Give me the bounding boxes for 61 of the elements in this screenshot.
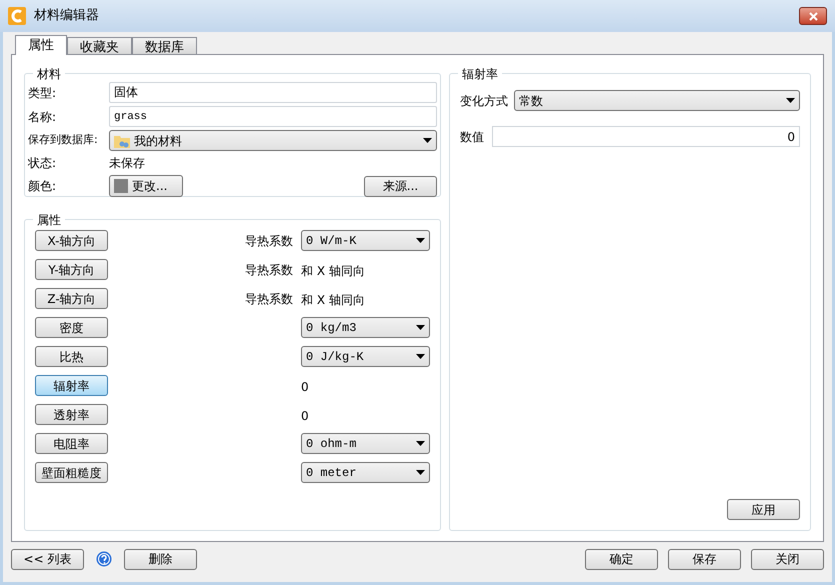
help-icon[interactable] [96, 551, 112, 567]
dropdown[interactable]: 我的材料 [109, 130, 437, 151]
text-field[interactable]: 固体 [109, 82, 437, 103]
property-label: 导热系数 [245, 290, 294, 308]
tab[interactable]: 属性 [15, 35, 67, 55]
field-label: 名称: [28, 108, 58, 126]
property-button[interactable]: 壁面粗糙度 [35, 462, 108, 483]
property-value: 和 X 轴同向 [301, 264, 365, 278]
tab[interactable]: 数据库 [132, 37, 197, 54]
list-button[interactable]: << 列表 [11, 548, 84, 570]
property-button[interactable]: 比热 [35, 346, 108, 367]
save-button[interactable]: 保存 [668, 548, 741, 570]
close-icon [808, 12, 818, 20]
folder-icon [114, 134, 130, 148]
dropdown[interactable]: 0 meter [301, 462, 430, 483]
caret-icon [416, 470, 425, 475]
dropdown[interactable]: 0 ohm-m [301, 433, 430, 454]
field-label: 保存到数据库: [28, 132, 99, 148]
property-button[interactable]: X-轴方向 [35, 230, 108, 251]
window-title: 材料编辑器 [34, 7, 100, 26]
group-title: 材料 [33, 65, 65, 83]
property-value: 0 [301, 408, 309, 422]
caret-icon [423, 138, 432, 143]
field-label: 状态: [28, 155, 58, 172]
dropdown[interactable]: 0 kg/m3 [301, 317, 430, 338]
property-value: 和 X 轴同向 [301, 292, 365, 306]
caret-icon [416, 441, 425, 446]
delete-button[interactable]: 删除 [124, 548, 197, 570]
field-label: 变化方式 [460, 92, 508, 110]
caret-icon [416, 354, 425, 359]
property-button[interactable]: 密度 [35, 317, 108, 338]
status-text: 未保存 [109, 155, 145, 172]
value-field[interactable]: 0 [492, 126, 800, 147]
caret-icon [416, 238, 425, 243]
field-label: 类型: [28, 84, 58, 102]
tab[interactable]: 收藏夹 [67, 37, 132, 54]
property-button[interactable]: 电阻率 [35, 433, 108, 454]
group-title: 属性 [33, 211, 65, 229]
property-label: 导热系数 [245, 232, 294, 250]
field-label: 颜色: [28, 178, 58, 195]
text-field[interactable]: grass [109, 106, 437, 127]
source-button[interactable]: 来源... [364, 176, 437, 196]
apply-button[interactable]: 应用 [727, 499, 800, 520]
property-button[interactable]: 辐射率 [35, 375, 108, 396]
dropdown[interactable]: 0 J/kg-K [301, 346, 430, 367]
ok-button[interactable]: 确定 [585, 548, 658, 570]
close-button[interactable] [799, 7, 827, 25]
property-button[interactable]: 透射率 [35, 404, 108, 425]
property-button[interactable]: Z-轴方向 [35, 288, 108, 309]
change-color-button[interactable]: 更改... [109, 175, 183, 197]
property-label: 导热系数 [245, 262, 294, 278]
property-value: 0 [301, 380, 309, 394]
property-button[interactable]: Y-轴方向 [35, 259, 108, 280]
close-dialog-button[interactable]: 关闭 [751, 548, 824, 570]
field-label: 数值 [460, 128, 485, 146]
caret-icon [416, 325, 425, 330]
group-title: 辐射率 [458, 65, 502, 83]
app-logo-icon [8, 7, 26, 25]
caret-icon [786, 98, 795, 103]
dropdown[interactable]: 常数 [514, 90, 800, 111]
dropdown[interactable]: 0 W/m-K [301, 230, 430, 251]
